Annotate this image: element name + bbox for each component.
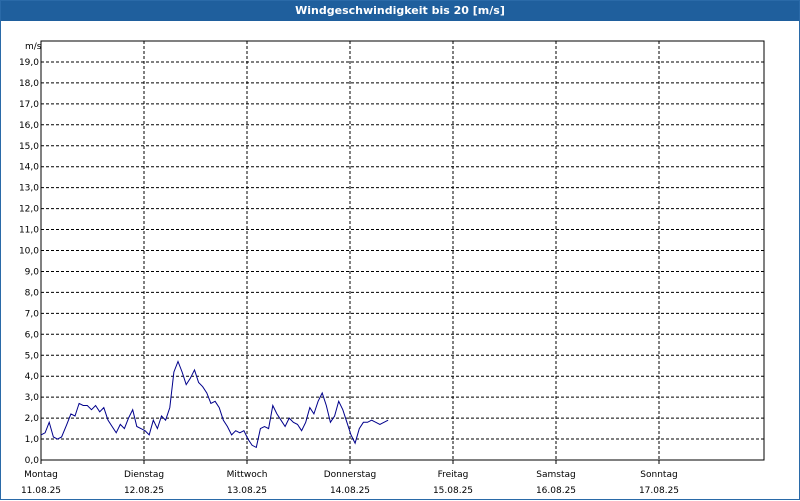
y-tick-label: 19,0 xyxy=(19,58,39,68)
x-tick-label-day: Sonntag xyxy=(640,470,677,480)
y-tick-label: 6,0 xyxy=(25,330,40,340)
x-tick-label-date: 16.08.25 xyxy=(536,486,576,496)
y-tick-label: 11,0 xyxy=(19,226,39,236)
y-tick-label: 13,0 xyxy=(19,184,39,194)
y-tick-label: 15,0 xyxy=(19,142,39,152)
y-tick-label: 12,0 xyxy=(19,205,39,215)
y-tick-label: 5,0 xyxy=(25,351,40,361)
y-tick-label: 2,0 xyxy=(25,414,40,424)
y-axis-tick-labels: 0,0 1,0 2,0 3,0 4,0 5,0 6,0 7,0 8,0 9,0 10,0 11,0 12… xyxy=(19,58,39,466)
y-axis-unit-label: m/s xyxy=(25,42,42,52)
y-tick-label: 0,0 xyxy=(25,456,40,466)
x-tick-label-day: Samstag xyxy=(536,470,575,480)
y-tick-label: 16,0 xyxy=(19,121,39,131)
y-tick-label: 17,0 xyxy=(19,100,39,110)
x-tick-label-date: 11.08.25 xyxy=(21,486,61,496)
x-tick-label-day: Freitag xyxy=(438,470,469,480)
x-tick-label-date: 12.08.25 xyxy=(124,486,164,496)
x-tick-label-day: Mittwoch xyxy=(227,470,268,480)
y-tick-label: 18,0 xyxy=(19,79,39,89)
x-tick-label-date: 17.08.25 xyxy=(639,486,679,496)
y-tick-label: 10,0 xyxy=(19,247,39,257)
chart-window: Windgeschwindigkeit bis 20 [m/s] 0,0 1,0 2… xyxy=(0,0,800,500)
y-tick-label: 3,0 xyxy=(25,393,40,403)
x-tick-label-day: Montag xyxy=(24,470,58,480)
x-tick-label-date: 14.08.25 xyxy=(330,486,370,496)
x-tick-label-date: 13.08.25 xyxy=(227,486,267,496)
wind-speed-chart: 0,0 1,0 2,0 3,0 4,0 5,0 6,0 7,0 8,0 9,0 10,0 11,0 12… xyxy=(19,40,765,496)
x-tick-label-date: 15.08.25 xyxy=(433,486,473,496)
x-tick-label-day: Dienstag xyxy=(124,470,164,480)
y-tick-label: 1,0 xyxy=(25,435,40,445)
y-tick-label: 9,0 xyxy=(25,267,40,277)
y-tick-label: 4,0 xyxy=(25,372,40,382)
y-tick-label: 8,0 xyxy=(25,288,40,298)
y-tick-label: 7,0 xyxy=(25,309,40,319)
x-tick-label-day: Donnerstag xyxy=(324,470,377,480)
y-tick-label: 14,0 xyxy=(19,163,39,173)
x-axis-tick-labels: Montag 11.08.25 Dienstag 12.08.25 Mittwoch 13… xyxy=(21,460,679,496)
